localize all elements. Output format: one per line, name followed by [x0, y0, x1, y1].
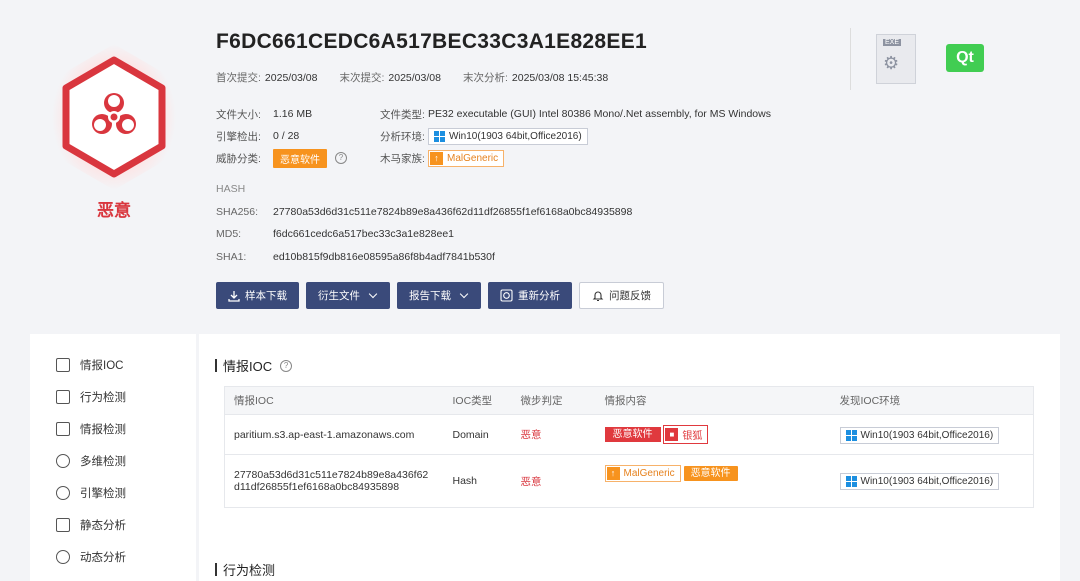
exe-file-icon: EXE ⚙	[876, 34, 916, 84]
bookmark-icon: ■	[665, 428, 679, 441]
sidebar-item-intel-detect[interactable]: 情报检测	[30, 413, 196, 445]
family-tag[interactable]: ↑ MalGeneric	[604, 465, 681, 482]
chevron-down-icon	[459, 289, 469, 299]
sidebar-item-static[interactable]: 静态分析	[30, 509, 196, 541]
monitor-icon	[56, 390, 70, 404]
analysis-env-badge[interactable]: Win10(1903 64bit,Office2016)	[428, 127, 588, 145]
file-info: 文件大小: 1.16 MB 文件类型: PE32 executable (GUI) …	[216, 103, 856, 169]
bell-icon	[592, 291, 604, 301]
cycle-icon	[56, 550, 70, 564]
sidebar-item-behavior[interactable]: 行为检测	[30, 381, 196, 413]
ioc-section-title: 情报IOC?	[215, 356, 293, 375]
sha256-label: SHA256:	[216, 205, 259, 218]
ioc-type: Domain	[443, 414, 512, 455]
main-content: 情报IOC? 情报IOC IOC类型 微步判定 情报内容 发现IOC环境 par…	[199, 334, 1060, 581]
help-icon[interactable]: ?	[280, 359, 293, 372]
engine-detections: 0 / 28	[273, 130, 300, 142]
family-tag[interactable]: ■ 银狐	[663, 425, 709, 444]
windows-icon	[845, 429, 857, 441]
biohazard-hexagon-icon	[48, 42, 180, 192]
file-type-icons: EXE ⚙ Qt	[850, 28, 1000, 90]
report-download-button[interactable]: 报告下载	[397, 282, 481, 309]
qt-icon: Qt	[946, 44, 984, 72]
submission-dates: 首次提交: 2025/03/08 末次提交: 2025/03/08 末次分析: 202…	[216, 70, 608, 85]
sha1-label: SHA1:	[216, 250, 247, 263]
download-icon	[228, 290, 240, 302]
sha256-value[interactable]: 27780a53d6d31c511e7824b89e8a436f62d11df2…	[273, 206, 632, 218]
feedback-button[interactable]: 问题反馈	[579, 282, 664, 309]
layers-icon	[56, 454, 70, 468]
sidebar-nav: 情报IOC 行为检测 情报检测 多维检测 引擎检测 静态分析 动态分析	[30, 334, 196, 581]
file-size: 1.16 MB	[273, 108, 313, 120]
ioc-type: Hash	[443, 454, 512, 508]
refresh-icon	[500, 289, 513, 302]
engine-icon	[56, 486, 70, 500]
trojan-icon: ↑	[430, 151, 443, 165]
sample-header: 恶意 F6DC661CEDC6A517BEC33C3A1E828EE1 首次提交…	[0, 0, 1080, 325]
last-analysis: 末次分析: 2025/03/08 15:45:38	[462, 72, 609, 84]
table-row[interactable]: 27780a53d6d31c511e7824b89e8a436f62 d11df2…	[224, 454, 1034, 508]
threat-label: 威胁分类:	[216, 152, 261, 165]
ioc-verdict: 恶意	[511, 454, 596, 508]
malware-tag[interactable]: 恶意软件	[683, 466, 738, 481]
file-size-label: 文件大小:	[216, 108, 261, 121]
grid-icon	[56, 422, 70, 436]
sidebar-item-dynamic[interactable]: 动态分析	[30, 541, 196, 573]
download-sample-button[interactable]: 样本下载	[216, 282, 299, 309]
env-label: 分析环境:	[380, 130, 425, 143]
sidebar-item-intel-ioc[interactable]: 情报IOC	[30, 349, 196, 381]
trojan-icon: ↑	[606, 467, 620, 480]
reanalyze-button[interactable]: 重新分析	[488, 282, 572, 309]
hash-title: HASH	[216, 183, 246, 196]
family-label: 木马家族:	[380, 152, 425, 165]
page-title: F6DC661CEDC6A517BEC33C3A1E828EE1	[216, 30, 647, 53]
file-type-label: 文件类型:	[380, 108, 425, 121]
md5-value[interactable]: f6dc661cedc6a517bec33c3a1e828ee1	[273, 228, 454, 240]
verdict-panel: 恶意	[48, 42, 180, 221]
file-type: PE32 executable (GUI) Intel 80386 Mono/.…	[428, 108, 771, 120]
behavior-section-title: 行为检测	[215, 560, 275, 579]
derived-files-button[interactable]: 衍生文件	[306, 282, 390, 309]
ioc-verdict: 恶意	[511, 414, 596, 455]
family-tag[interactable]: ↑ MalGeneric	[428, 149, 505, 167]
engine-label: 引擎检出:	[216, 130, 261, 143]
last-submit: 末次提交: 2025/03/08	[339, 72, 441, 84]
md5-label: MD5:	[216, 228, 242, 241]
sidebar-item-multidim[interactable]: 多维检测	[30, 445, 196, 477]
hash-section: HASH SHA256: 27780a53d6d31c511e7824b89e8a…	[216, 178, 632, 268]
table-row[interactable]: paritium.s3.ap-east-1.amazonaws.com Doma…	[224, 414, 1034, 455]
sidebar-item-engine[interactable]: 引擎检测	[30, 477, 196, 509]
first-submit: 首次提交: 2025/03/08	[216, 72, 318, 84]
windows-icon	[434, 130, 445, 142]
help-icon[interactable]: ?	[335, 152, 347, 164]
threat-tag[interactable]: 恶意软件	[273, 148, 327, 168]
sha1-value[interactable]: ed10b815f9db816e08595a86f8b4adf7841b530f	[273, 251, 495, 263]
ioc-value[interactable]: 27780a53d6d31c511e7824b89e8a436f62 d11df2…	[224, 454, 444, 508]
env-badge[interactable]: Win10(1903 64bit,Office2016)	[839, 473, 1000, 490]
edit-icon	[56, 358, 70, 372]
chevron-down-icon	[368, 289, 378, 299]
table-header: 情报IOC IOC类型 微步判定 情报内容 发现IOC环境	[224, 386, 1034, 415]
env-badge[interactable]: Win10(1903 64bit,Office2016)	[839, 426, 1000, 444]
action-bar: 样本下载 衍生文件 报告下载 重新分析 问题反馈	[216, 282, 664, 309]
verdict-label: 恶意	[97, 201, 131, 220]
malware-tag[interactable]: 恶意软件	[604, 427, 661, 442]
list-icon	[56, 518, 70, 532]
windows-icon	[845, 476, 857, 487]
ioc-table: 情报IOC IOC类型 微步判定 情报内容 发现IOC环境 paritium.s…	[224, 386, 1034, 508]
ioc-value[interactable]: paritium.s3.ap-east-1.amazonaws.com	[224, 414, 444, 455]
